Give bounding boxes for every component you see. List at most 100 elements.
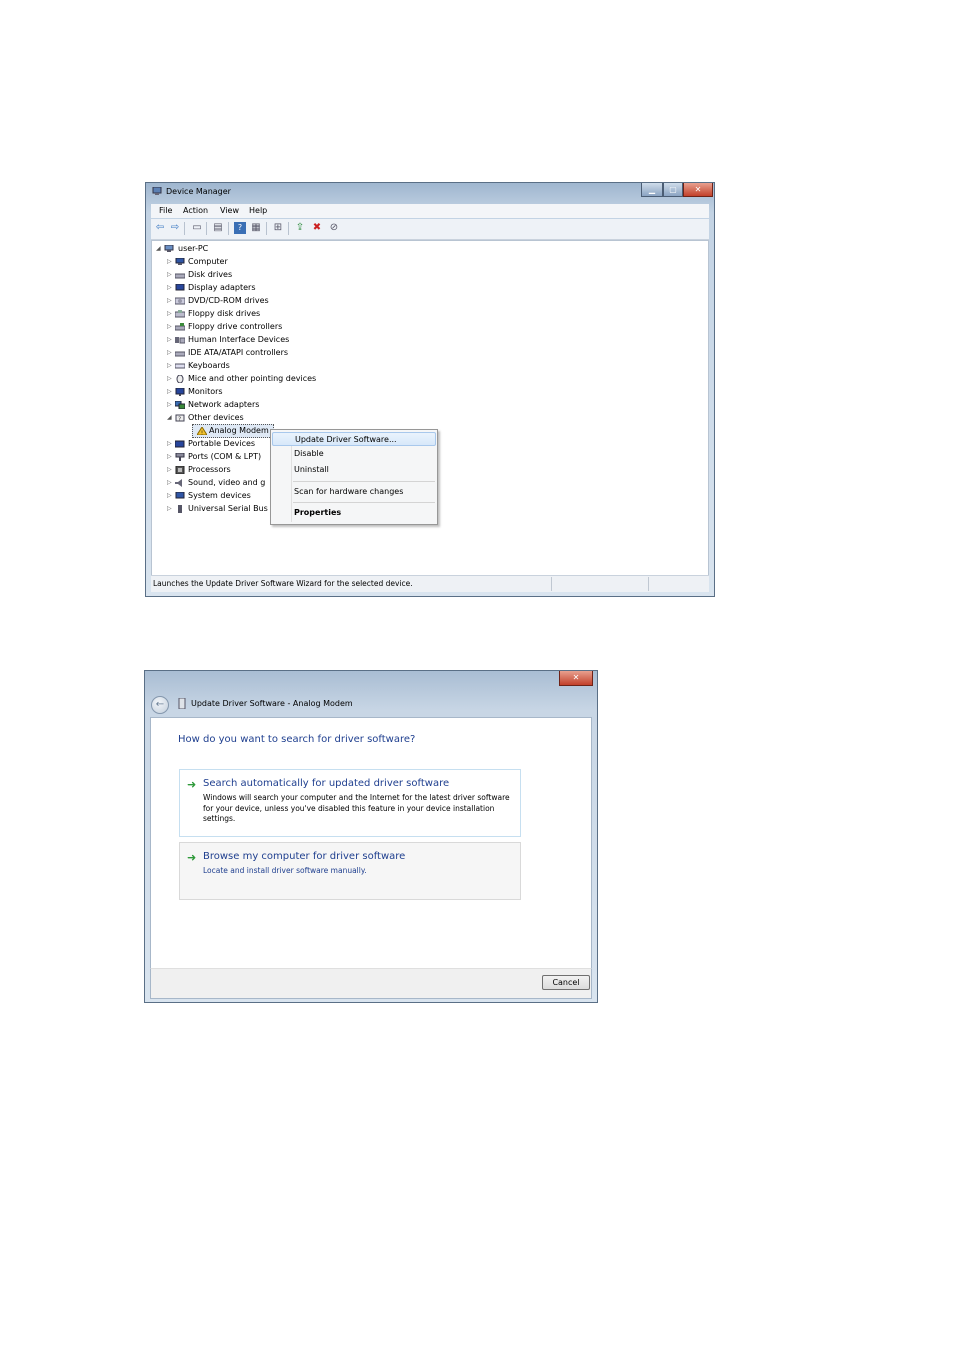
dvd-drive-icon	[175, 297, 185, 305]
menu-item-scan-hardware[interactable]: Scan for hardware changes	[272, 485, 436, 499]
back-arrow-icon[interactable]: ←	[151, 696, 169, 714]
expand-icon[interactable]: ▷	[167, 347, 173, 359]
expand-icon[interactable]: ▷	[167, 269, 173, 281]
tree-item-disk-drives[interactable]: ▷ Disk drives	[167, 269, 367, 281]
wizard-footer: Cancel	[150, 968, 592, 999]
tree-item-ide-controllers[interactable]: ▷ IDE ATA/ATAPI controllers	[167, 347, 367, 359]
floppy-icon	[175, 310, 185, 318]
minimize-button[interactable]: ▁	[641, 183, 663, 197]
disk-drive-icon	[175, 273, 185, 279]
collapse-icon[interactable]: ◢	[156, 243, 162, 255]
status-divider	[551, 577, 552, 591]
tree-item-label: Sound, video and g	[188, 478, 266, 487]
search-automatically-option[interactable]: ➜ Search automatically for updated drive…	[179, 769, 521, 837]
expand-icon[interactable]: ▷	[167, 464, 173, 476]
tree-item-label: Other devices	[188, 413, 244, 422]
wizard-content: How do you want to search for driver sof…	[150, 717, 592, 970]
status-text: Launches the Update Driver Software Wiza…	[153, 579, 413, 588]
back-icon[interactable]: ⇦	[154, 222, 166, 234]
menu-item-disable[interactable]: Disable	[272, 447, 436, 461]
menu-item-properties[interactable]: Properties	[272, 506, 436, 520]
status-divider	[648, 577, 649, 591]
wizard-question: How do you want to search for driver sof…	[178, 734, 416, 745]
tree-item-label: DVD/CD-ROM drives	[188, 296, 269, 305]
cancel-button[interactable]: Cancel	[542, 975, 590, 990]
forward-icon[interactable]: ⇨	[169, 222, 181, 234]
expand-icon[interactable]: ▷	[167, 438, 173, 450]
update-driver-window: ✕ ← Update Driver Software - Analog Mode…	[144, 670, 598, 1003]
toolbar-separator	[206, 222, 207, 235]
maximize-button[interactable]: ▢	[663, 183, 683, 197]
menu-item-uninstall[interactable]: Uninstall	[272, 463, 436, 477]
help-icon[interactable]: ?	[234, 222, 246, 234]
menu-help[interactable]: Help	[249, 206, 267, 215]
hid-icon	[175, 337, 185, 344]
tree-item-mice[interactable]: ▷ Mice and other pointing devices	[167, 373, 367, 385]
network-icon	[175, 401, 185, 409]
status-bar: Launches the Update Driver Software Wiza…	[151, 575, 709, 592]
update-driver-icon[interactable]: ⇪	[294, 222, 306, 234]
tree-item-floppy-disk-drives[interactable]: ▷ Floppy disk drives	[167, 308, 367, 320]
tree-item-display-adapters[interactable]: ▷ Display adapters	[167, 282, 367, 294]
expand-icon[interactable]: ▷	[167, 490, 173, 502]
option-heading: Search automatically for updated driver …	[203, 778, 450, 789]
menu-file[interactable]: File	[159, 206, 172, 215]
show-hide-console-tree-icon[interactable]: ▭	[191, 222, 203, 234]
expand-icon[interactable]: ▷	[167, 399, 173, 411]
sound-icon	[175, 479, 182, 487]
expand-icon[interactable]: ▷	[167, 256, 173, 268]
scan-hardware-icon[interactable]: ⊞	[272, 222, 284, 234]
expand-icon[interactable]: ▷	[167, 386, 173, 398]
menu-view[interactable]: View	[220, 206, 239, 215]
tree-item-label: Keyboards	[188, 361, 230, 370]
computer-icon	[164, 245, 174, 252]
other-devices-icon: ?	[175, 414, 185, 422]
expand-icon[interactable]: ▷	[167, 503, 173, 515]
tree-item-monitors[interactable]: ▷ Monitors	[167, 386, 367, 398]
tree-item-dvd-drives[interactable]: ▷ DVD/CD-ROM drives	[167, 295, 367, 307]
context-menu: Update Driver Software... Disable Uninst…	[270, 429, 438, 525]
close-button[interactable]: ✕	[559, 671, 593, 686]
expand-icon[interactable]: ▷	[167, 373, 173, 385]
expand-icon[interactable]: ▷	[167, 360, 173, 372]
expand-icon[interactable]: ▷	[167, 451, 173, 463]
tree-item-floppy-drive-controllers[interactable]: ▷ Floppy drive controllers	[167, 321, 367, 333]
tree-item-label: Floppy disk drives	[188, 309, 261, 318]
title-bar[interactable]: Device Manager ▁ ▢ ✕	[146, 183, 714, 201]
tree-root[interactable]: ◢ user-PC	[154, 243, 274, 255]
tree-item-other-devices[interactable]: ◢ ? Other devices	[167, 412, 367, 424]
computer-icon	[175, 258, 185, 265]
tree-item-label: System devices	[188, 491, 251, 500]
uninstall-icon[interactable]: ✖	[311, 222, 323, 234]
toolbar-separator	[266, 222, 267, 235]
monitor-icon	[175, 388, 185, 396]
expand-icon[interactable]: ▷	[167, 477, 173, 489]
display-adapter-icon	[175, 284, 185, 291]
tree-item-keyboards[interactable]: ▷ Keyboards	[167, 360, 367, 372]
collapse-icon[interactable]: ◢	[167, 412, 173, 424]
tree-item-human-interface-devices[interactable]: ▷ Human Interface Devices	[167, 334, 367, 346]
toolbar-separator	[288, 222, 289, 235]
tree-item-label: Mice and other pointing devices	[188, 374, 317, 383]
window-title: Update Driver Software - Analog Modem	[191, 699, 353, 708]
view-icon[interactable]: ▦	[250, 222, 262, 234]
close-button[interactable]: ✕	[683, 183, 713, 197]
expand-icon[interactable]: ▷	[167, 308, 173, 320]
toolbar: ⇦ ⇨ ▭ ▤ ? ▦ ⊞ ⇪ ✖ ⊘	[151, 219, 709, 240]
window-title: Device Manager	[166, 187, 231, 196]
disable-icon[interactable]: ⊘	[328, 222, 340, 234]
expand-icon[interactable]: ▷	[167, 295, 173, 307]
menu-action[interactable]: Action	[183, 206, 208, 215]
device-manager-icon	[152, 187, 162, 195]
tree-item-computer[interactable]: ▷ Computer	[167, 256, 367, 268]
toolbar-separator	[228, 222, 229, 235]
menu-item-update-driver[interactable]: Update Driver Software...	[272, 432, 436, 446]
tree-item-analog-modem[interactable]: ! Analog Modem	[192, 424, 274, 438]
expand-icon[interactable]: ▷	[167, 321, 173, 333]
properties-icon[interactable]: ▤	[212, 222, 224, 234]
usb-icon	[178, 505, 182, 513]
expand-icon[interactable]: ▷	[167, 282, 173, 294]
tree-item-network-adapters[interactable]: ▷ Network adapters	[167, 399, 367, 411]
expand-icon[interactable]: ▷	[167, 334, 173, 346]
browse-computer-option[interactable]: ➜ Browse my computer for driver software…	[179, 842, 521, 900]
